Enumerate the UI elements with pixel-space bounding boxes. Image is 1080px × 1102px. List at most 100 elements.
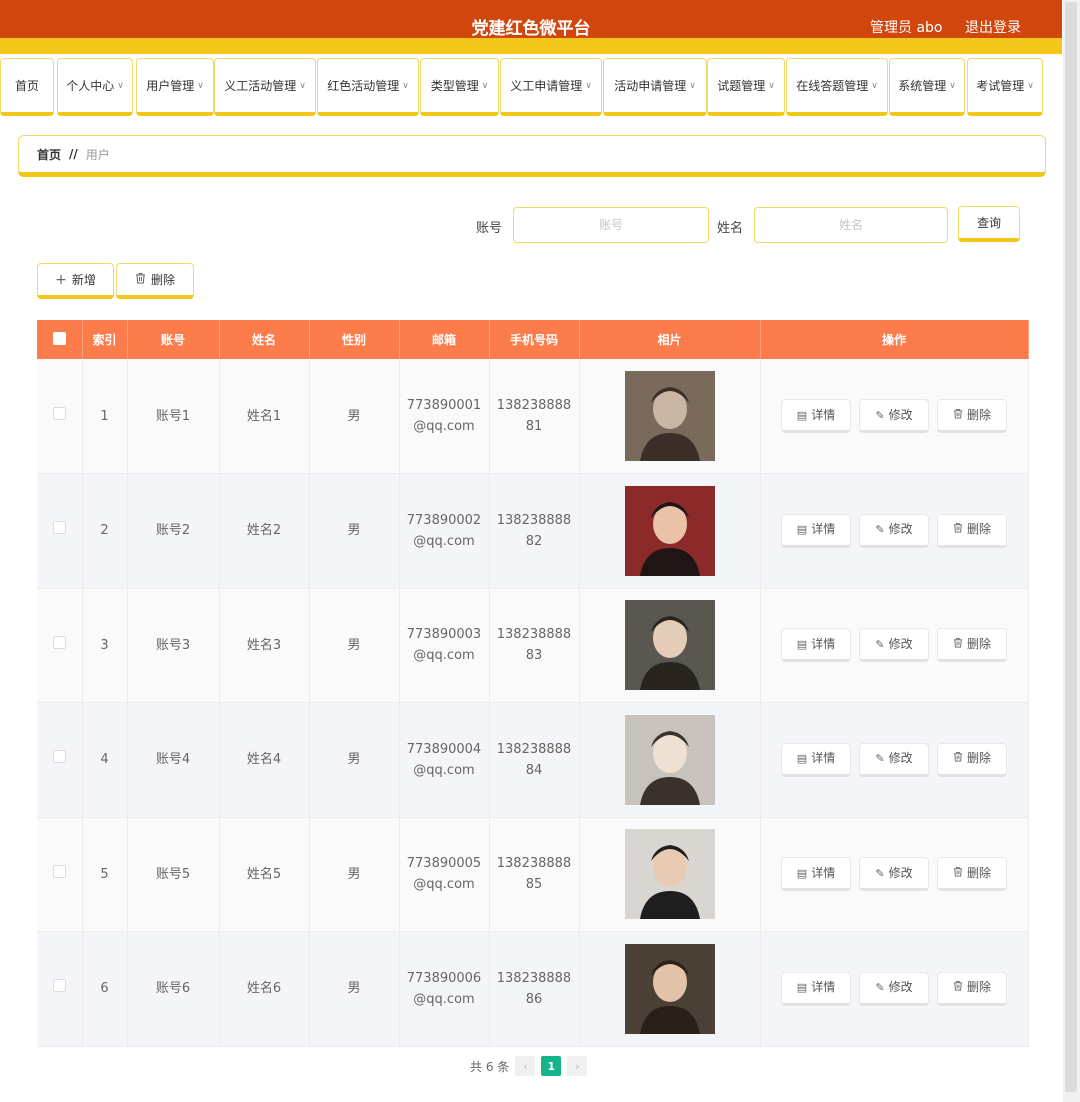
trash-icon: [953, 863, 963, 884]
email-part-1: 773890006: [406, 970, 482, 986]
nav-item-7[interactable]: 活动申请管理 ∨: [603, 58, 707, 116]
nav-item-6[interactable]: 义工申请管理 ∨: [500, 58, 602, 116]
delete-button[interactable]: 删除: [937, 628, 1007, 663]
header-photo: 相片: [579, 320, 761, 359]
chevron-down-icon: ∨: [481, 80, 489, 91]
top-header: 党建红色微平台 管理员 abo 退出登录: [0, 0, 1062, 54]
next-page-icon[interactable]: ›: [567, 1056, 588, 1076]
breadcrumb-home[interactable]: 首页: [37, 146, 61, 163]
nav-item-8[interactable]: 试题管理 ∨: [707, 58, 785, 116]
pagination: 共 6 条 ‹ 1 ›: [470, 1056, 588, 1076]
scrollbar-thumb[interactable]: [1065, 2, 1077, 1092]
cell-photo: [579, 702, 761, 818]
nav-item-11[interactable]: 考试管理 ∨: [967, 58, 1043, 116]
name-input[interactable]: [754, 207, 948, 243]
cell-account: 账号1: [127, 359, 220, 474]
row-select-cell: [37, 359, 83, 474]
nav-item-label: 类型管理: [430, 79, 479, 93]
row-checkbox[interactable]: [52, 635, 66, 649]
nav-item-10[interactable]: 系统管理 ∨: [889, 58, 965, 116]
delete-button[interactable]: 删除: [937, 971, 1007, 1006]
edit-button[interactable]: ✎ 修改: [859, 742, 929, 777]
nav-item-label: 首页: [14, 79, 39, 93]
nav-item-0[interactable]: 首页: [0, 58, 54, 116]
cell-gender: 男: [309, 931, 400, 1047]
header-phone: 手机号码: [489, 320, 580, 359]
delete-button[interactable]: 删除: [937, 513, 1007, 548]
page-number[interactable]: 1: [541, 1056, 562, 1076]
row-checkbox[interactable]: [52, 406, 66, 420]
cell-actions: ▤ 详情 ✎ 修改 删除: [760, 359, 1029, 474]
query-button[interactable]: 查询: [958, 206, 1020, 242]
user-photo: [624, 943, 715, 1034]
logout-link[interactable]: 退出登录: [965, 17, 1021, 37]
email-part-1: 773890004: [406, 741, 482, 757]
delete-label: 删除: [966, 522, 991, 537]
nav-item-1[interactable]: 个人中心 ∨: [57, 58, 133, 116]
cell-index: 2: [82, 473, 128, 589]
row-select-cell: [37, 931, 83, 1047]
cell-actions: ▤ 详情 ✎ 修改 删除: [760, 588, 1029, 703]
document-icon: ▤: [796, 408, 808, 422]
email-part-1: 773890003: [406, 627, 482, 643]
row-checkbox[interactable]: [52, 750, 66, 764]
delete-button[interactable]: 删除: [937, 742, 1007, 777]
edit-button[interactable]: ✎ 修改: [859, 628, 929, 663]
delete-button[interactable]: 删除: [937, 857, 1007, 892]
cell-name: 姓名5: [219, 817, 310, 932]
delete-label: 删除: [966, 751, 991, 766]
edit-button[interactable]: ✎ 修改: [859, 399, 929, 433]
detail-button[interactable]: ▤ 详情: [781, 399, 851, 433]
row-checkbox[interactable]: [52, 864, 66, 878]
detail-button[interactable]: ▤ 详情: [781, 857, 851, 892]
add-button[interactable]: + 新增: [37, 263, 114, 299]
phone-part-1: 138238888: [496, 627, 572, 643]
nav-item-5[interactable]: 类型管理 ∨: [420, 58, 499, 116]
email-part-2: @qq.com: [413, 533, 475, 549]
cell-phone: 138238888 81: [489, 359, 580, 474]
table-row: 2 账号2 姓名2 男 773890002 @qq.com 138238888 82 ▤ 详情 ✎ 修…: [37, 473, 1029, 589]
nav-item-4[interactable]: 红色活动管理 ∨: [317, 58, 419, 116]
detail-button[interactable]: ▤ 详情: [781, 628, 851, 663]
main-nav: 首页 个人中心 ∨ 用户管理 ∨ 义工活动管理 ∨ 红色活动管理 ∨ 类型管理 ∨ 义工申请管理 ∨ 活动…: [0, 56, 1062, 116]
row-checkbox[interactable]: [52, 979, 66, 993]
nav-item-9[interactable]: 在线答题管理 ∨: [786, 58, 888, 116]
delete-button[interactable]: 删除: [937, 399, 1007, 433]
prev-page-icon[interactable]: ‹: [515, 1056, 536, 1076]
user-photo: [624, 600, 715, 691]
nav-item-2[interactable]: 用户管理 ∨: [136, 58, 214, 116]
chevron-down-icon: ∨: [299, 80, 306, 91]
admin-user: 管理员 abo: [870, 20, 943, 36]
account-input[interactable]: [513, 207, 709, 243]
phone-part-1: 138238888: [496, 512, 572, 528]
add-button-label: 新增: [71, 273, 96, 287]
batch-delete-button[interactable]: 删除: [116, 263, 194, 299]
detail-button[interactable]: ▤ 详情: [781, 513, 851, 548]
chevron-down-icon: ∨: [402, 80, 409, 91]
phone-part-1: 138238888: [496, 856, 572, 872]
table-row: 4 账号4 姓名4 男 773890004 @qq.com 138238888 84 ▤ 详情 ✎ 修…: [37, 702, 1029, 818]
chevron-down-icon: ∨: [768, 80, 775, 91]
edit-button[interactable]: ✎ 修改: [859, 857, 929, 892]
nav-item-3[interactable]: 义工活动管理 ∨: [214, 58, 316, 116]
detail-button[interactable]: ▤ 详情: [781, 742, 851, 777]
cell-actions: ▤ 详情 ✎ 修改 删除: [760, 817, 1029, 932]
edit-button[interactable]: ✎ 修改: [859, 971, 929, 1006]
row-checkbox[interactable]: [52, 521, 66, 535]
detail-button[interactable]: ▤ 详情: [781, 971, 851, 1006]
select-all-checkbox[interactable]: [52, 331, 66, 345]
cell-phone: 138238888 85: [489, 817, 580, 932]
trash-icon: [953, 405, 963, 426]
phone-part-2: 85: [525, 877, 543, 893]
cell-gender: 男: [309, 588, 400, 703]
cell-phone: 138238888 82: [489, 473, 580, 589]
select-all-cell: [37, 320, 83, 359]
delete-label: 删除: [966, 980, 991, 995]
document-icon: ▤: [796, 637, 808, 651]
chevron-down-icon: ∨: [197, 80, 204, 91]
cell-name: 姓名1: [219, 359, 310, 474]
trash-icon: [135, 272, 146, 287]
detail-label: 详情: [811, 980, 836, 995]
row-select-cell: [37, 817, 83, 932]
edit-button[interactable]: ✎ 修改: [859, 513, 929, 548]
